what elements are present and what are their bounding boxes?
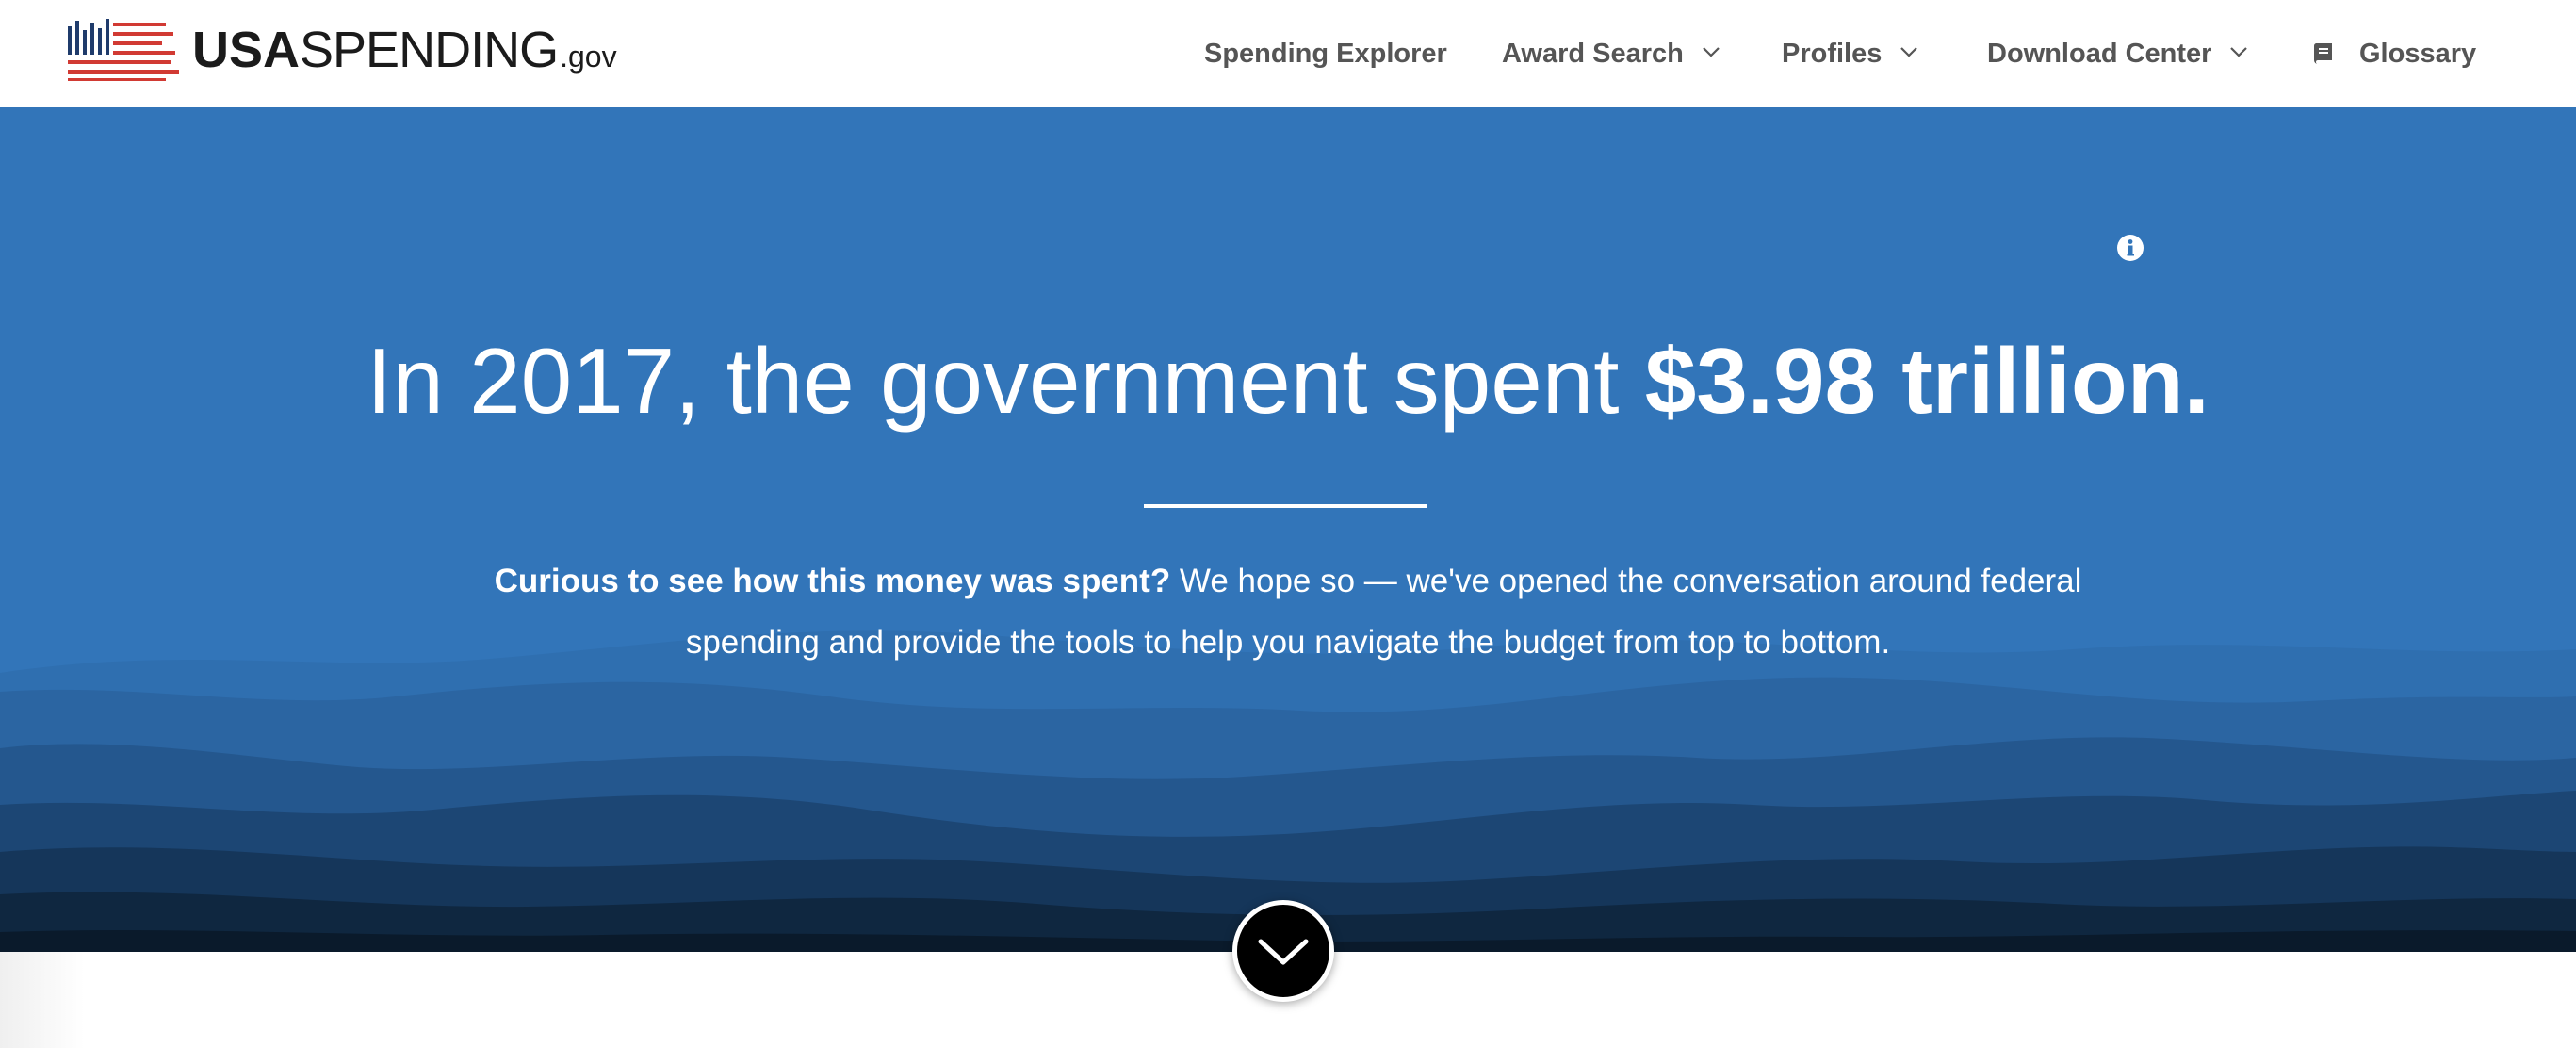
nav-download-center[interactable]: Download Center bbox=[1987, 0, 2249, 107]
nav-label: Award Search bbox=[1502, 38, 1684, 69]
hero-subtext: Curious to see how this money was spent?… bbox=[471, 550, 2105, 673]
headline-amount: $3.98 trillion. bbox=[1644, 329, 2209, 433]
hero-divider bbox=[1144, 504, 1427, 508]
nav-award-search[interactable]: Award Search bbox=[1502, 0, 1721, 107]
nav-label: Profiles bbox=[1782, 38, 1883, 69]
nav-profiles[interactable]: Profiles bbox=[1782, 0, 1919, 107]
book-icon bbox=[2313, 43, 2332, 64]
hero-banner: In 2017, the government spent $3.98 tril… bbox=[0, 107, 2576, 952]
hero-headline: In 2017, the government spent $3.98 tril… bbox=[0, 326, 2576, 437]
mountain-background bbox=[0, 630, 2576, 952]
logo-text-gov: .gov bbox=[560, 40, 617, 74]
nav-label: Glossary bbox=[2359, 38, 2477, 69]
headline-prefix: In 2017, the government spent bbox=[367, 329, 1645, 433]
site-header: USA SPENDING .gov Spending Explorer Awar… bbox=[0, 0, 2576, 107]
nav-label: Spending Explorer bbox=[1204, 38, 1447, 69]
site-logo[interactable]: USA SPENDING .gov bbox=[68, 19, 617, 81]
nav-glossary[interactable]: Glossary bbox=[2310, 0, 2476, 107]
flag-logo-icon bbox=[68, 19, 179, 81]
nav-spending-explorer[interactable]: Spending Explorer bbox=[1204, 0, 1447, 107]
chevron-down-icon bbox=[1258, 939, 1309, 965]
subtext-lead: Curious to see how this money was spent? bbox=[494, 563, 1171, 599]
scroll-down-button[interactable] bbox=[1232, 900, 1334, 1002]
chevron-down-icon bbox=[1900, 47, 1918, 57]
info-icon[interactable] bbox=[2116, 234, 2144, 262]
chevron-down-icon bbox=[2230, 47, 2248, 57]
logo-text-spending: SPENDING bbox=[300, 22, 559, 78]
logo-wordmark: USA SPENDING .gov bbox=[192, 25, 617, 75]
left-edge-shadow bbox=[0, 952, 85, 1048]
chevron-down-icon bbox=[1703, 47, 1720, 57]
logo-text-usa: USA bbox=[192, 22, 301, 78]
nav-label: Download Center bbox=[1987, 38, 2212, 69]
